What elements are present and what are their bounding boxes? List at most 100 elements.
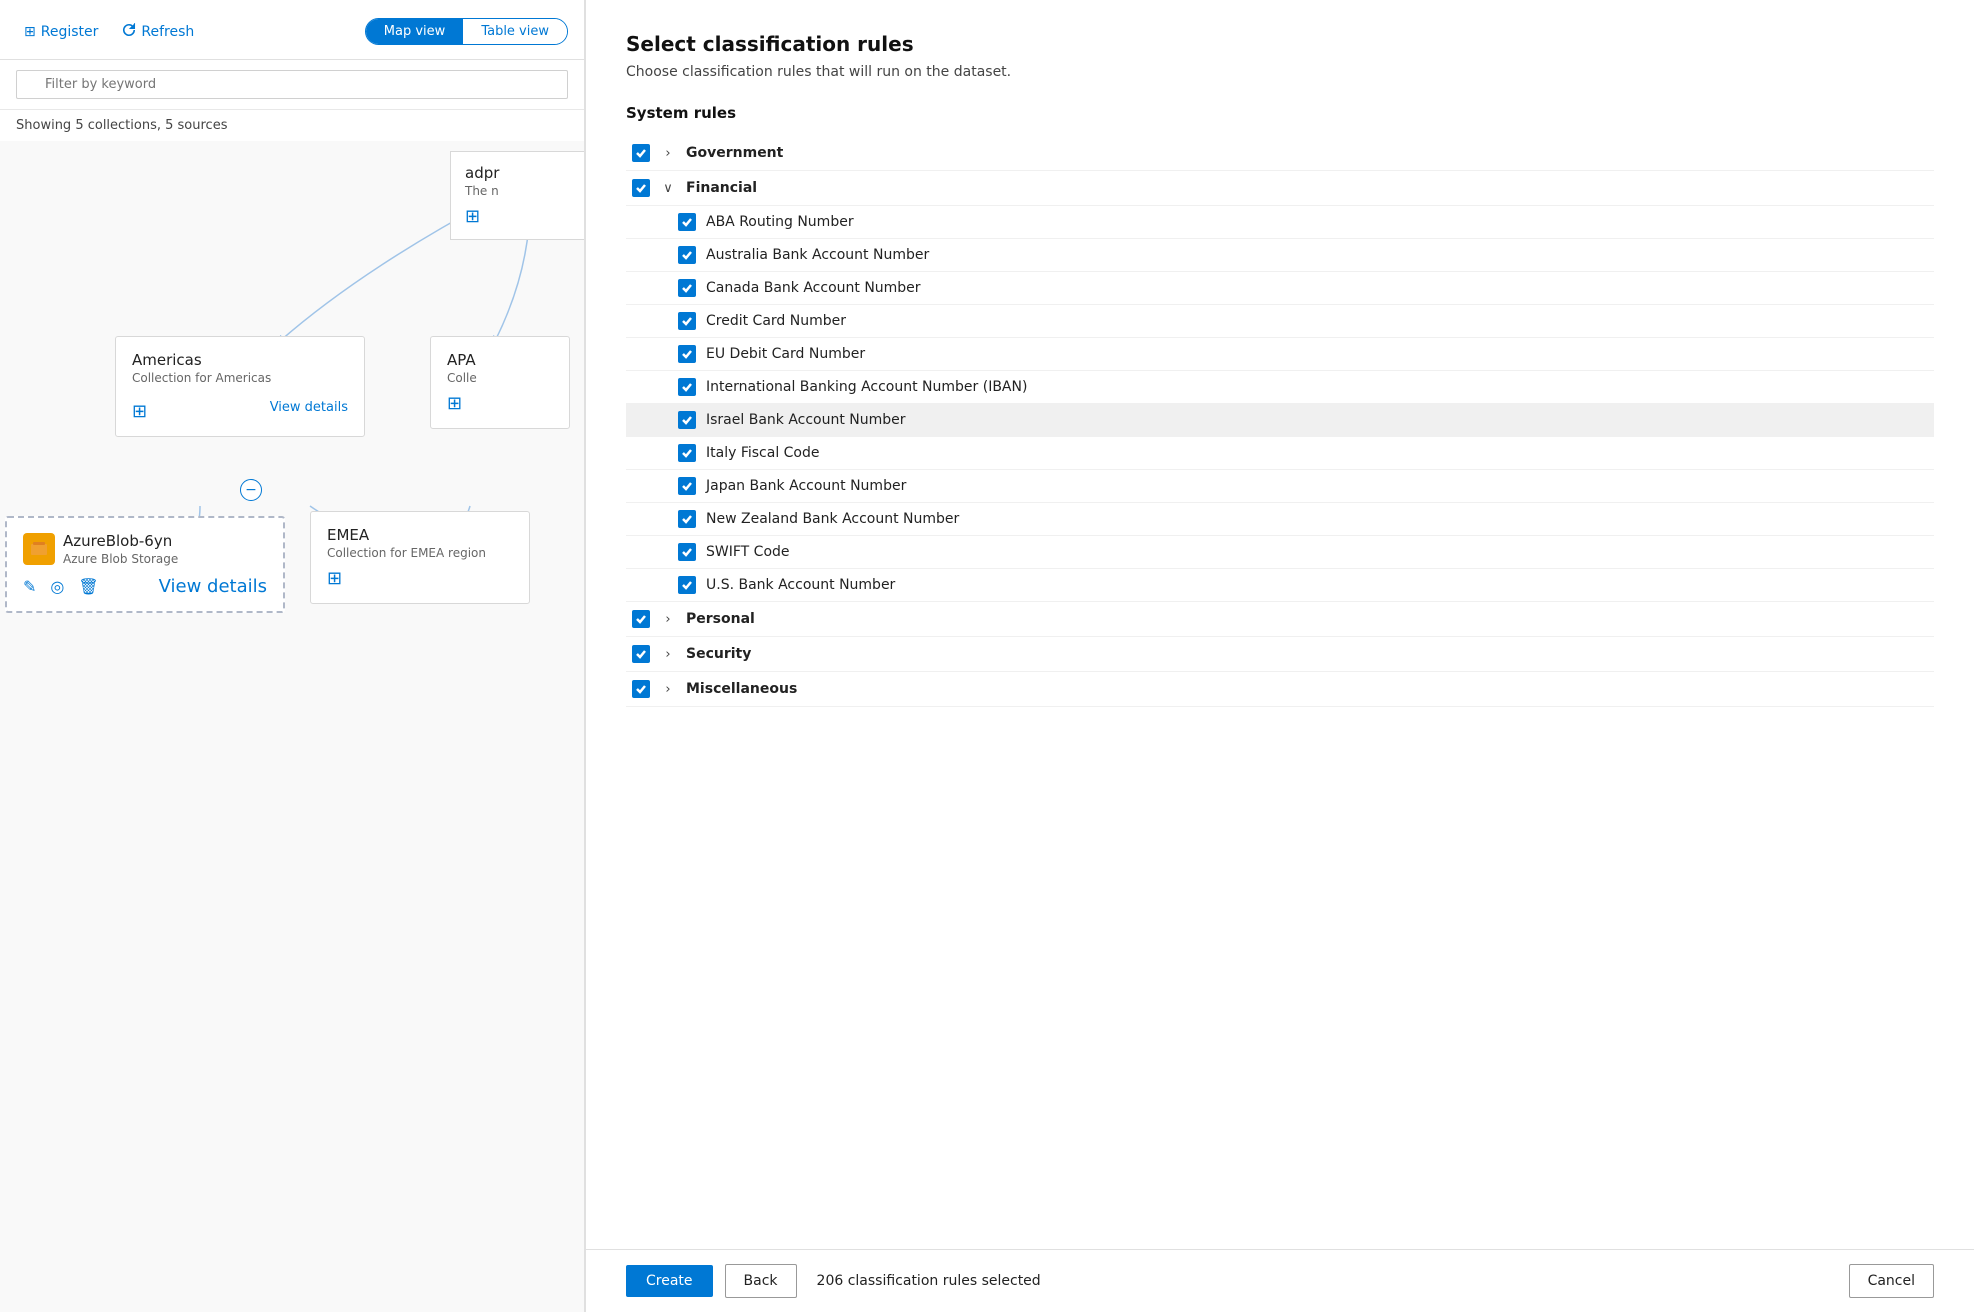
americas-view-details[interactable]: View details	[270, 400, 348, 415]
checkbox-aus[interactable]	[678, 246, 696, 264]
rule-aba: ABA Routing Number	[626, 206, 1934, 239]
checkbox-personal[interactable]	[632, 610, 650, 628]
adp-subtitle: The n	[465, 184, 576, 198]
checkbox-nz[interactable]	[678, 510, 696, 528]
toolbar: ⊞ Register Refresh Map view Table view	[0, 0, 584, 60]
category-financial: ∨Financial	[626, 171, 1934, 206]
checkbox-us[interactable]	[678, 576, 696, 594]
checkbox-eu[interactable]	[678, 345, 696, 363]
rule-iban: International Banking Account Number (IB…	[626, 371, 1934, 404]
azureblob-subtitle: Azure Blob Storage	[63, 552, 178, 566]
apac-title: APA	[447, 351, 553, 369]
footer-info: 206 classification rules selected	[817, 1273, 1041, 1289]
azureblob-title: AzureBlob-6yn	[63, 532, 178, 550]
register-button[interactable]: ⊞ Register	[16, 20, 106, 44]
adp-icon: ⊞	[465, 206, 576, 227]
scan-icon[interactable]: ◎	[50, 577, 64, 596]
rule-aus: Australia Bank Account Number	[626, 239, 1934, 272]
azureblob-card: AzureBlob-6yn Azure Blob Storage ✎ ◎ 🗑 V…	[5, 516, 285, 613]
create-button[interactable]: Create	[626, 1265, 713, 1297]
emea-title: EMEA	[327, 526, 513, 544]
right-panel: Select classification rules Choose class…	[585, 0, 1974, 1312]
checkbox-swift[interactable]	[678, 543, 696, 561]
panel-title: Select classification rules	[626, 32, 1934, 56]
checkbox-aba[interactable]	[678, 213, 696, 231]
rule-list: › Government ∨Financial ABA Routing Number A…	[626, 136, 1934, 707]
apac-subtitle: Colle	[447, 371, 553, 385]
category-label-miscellaneous: Miscellaneous	[686, 681, 797, 697]
panel-subtitle: Choose classification rules that will ru…	[626, 64, 1934, 80]
rule-israel: Israel Bank Account Number	[626, 404, 1934, 437]
rule-swift: SWIFT Code	[626, 536, 1934, 569]
checkbox-italy[interactable]	[678, 444, 696, 462]
filter-input[interactable]	[16, 70, 568, 99]
rule-label-japan: Japan Bank Account Number	[706, 478, 906, 494]
rule-label-us: U.S. Bank Account Number	[706, 577, 895, 593]
rule-label-aus: Australia Bank Account Number	[706, 247, 929, 263]
checkbox-israel[interactable]	[678, 411, 696, 429]
connector-lines	[0, 141, 584, 1312]
expand-icon-personal[interactable]: ›	[660, 612, 676, 627]
right-content: Select classification rules Choose class…	[586, 0, 1974, 1249]
checkbox-miscellaneous[interactable]	[632, 680, 650, 698]
minus-button[interactable]: −	[240, 479, 262, 501]
checkbox-government[interactable]	[632, 144, 650, 162]
category-label-security: Security	[686, 646, 751, 662]
checkbox-iban[interactable]	[678, 378, 696, 396]
delete-icon[interactable]: 🗑	[78, 577, 98, 596]
rule-label-nz: New Zealand Bank Account Number	[706, 511, 959, 527]
left-panel: ⊞ Register Refresh Map view Table view ⊘…	[0, 0, 585, 1312]
cancel-button[interactable]: Cancel	[1849, 1264, 1934, 1298]
americas-subtitle: Collection for Americas	[132, 371, 348, 385]
category-label-personal: Personal	[686, 611, 755, 627]
view-toggle: Map view Table view	[365, 18, 568, 45]
americas-card: Americas Collection for Americas ⊞ View …	[115, 336, 365, 437]
checkbox-security[interactable]	[632, 645, 650, 663]
rule-label-cc: Credit Card Number	[706, 313, 846, 329]
azureblob-view-details[interactable]: View details	[159, 576, 267, 597]
rule-label-aba: ABA Routing Number	[706, 214, 854, 230]
rule-eu: EU Debit Card Number	[626, 338, 1934, 371]
rule-japan: Japan Bank Account Number	[626, 470, 1934, 503]
expand-icon-financial[interactable]: ∨	[660, 181, 676, 196]
adp-title: adpr	[465, 164, 576, 182]
edit-icon[interactable]: ✎	[23, 577, 36, 596]
azureblob-icon	[23, 533, 55, 565]
rule-label-iban: International Banking Account Number (IB…	[706, 379, 1027, 395]
rule-label-italy: Italy Fiscal Code	[706, 445, 820, 461]
emea-icon: ⊞	[327, 568, 513, 589]
checkbox-can[interactable]	[678, 279, 696, 297]
checkbox-japan[interactable]	[678, 477, 696, 495]
category-government: › Government	[626, 136, 1934, 171]
emea-subtitle: Collection for EMEA region	[327, 546, 513, 560]
category-security: › Security	[626, 637, 1934, 672]
rule-label-swift: SWIFT Code	[706, 544, 790, 560]
adp-card: adpr The n ⊞	[450, 151, 584, 240]
rule-cc: Credit Card Number	[626, 305, 1934, 338]
register-icon: ⊞	[24, 24, 36, 40]
apac-card: APA Colle ⊞	[430, 336, 570, 429]
expand-icon-government[interactable]: ›	[660, 146, 676, 161]
rule-label-eu: EU Debit Card Number	[706, 346, 865, 362]
americas-grid-icon: ⊞	[132, 401, 147, 422]
refresh-button[interactable]: Refresh	[114, 19, 202, 45]
checkbox-financial[interactable]	[632, 179, 650, 197]
rule-us: U.S. Bank Account Number	[626, 569, 1934, 602]
map-area: adpr The n ⊞ Americas Collection for Ame…	[0, 141, 584, 1312]
category-miscellaneous: › Miscellaneous	[626, 672, 1934, 707]
section-title: System rules	[626, 104, 1934, 122]
rule-can: Canada Bank Account Number	[626, 272, 1934, 305]
table-view-button[interactable]: Table view	[463, 19, 567, 44]
expand-icon-security[interactable]: ›	[660, 647, 676, 662]
showing-text: Showing 5 collections, 5 sources	[0, 110, 584, 141]
checkbox-cc[interactable]	[678, 312, 696, 330]
rule-nz: New Zealand Bank Account Number	[626, 503, 1934, 536]
refresh-icon	[122, 23, 136, 41]
category-label-government: Government	[686, 145, 783, 161]
map-view-button[interactable]: Map view	[366, 19, 464, 44]
rule-label-israel: Israel Bank Account Number	[706, 412, 906, 428]
expand-icon-miscellaneous[interactable]: ›	[660, 682, 676, 697]
right-footer: Create Back 206 classification rules sel…	[586, 1249, 1974, 1312]
filter-bar: ⊘	[0, 60, 584, 110]
back-button[interactable]: Back	[725, 1264, 797, 1298]
